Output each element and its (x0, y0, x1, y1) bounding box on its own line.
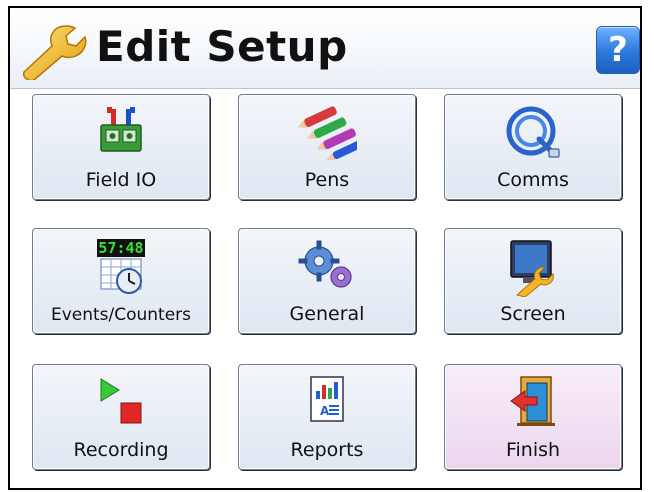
exit-door-icon (510, 376, 555, 426)
pens-icon (297, 106, 357, 161)
recording-icon (100, 378, 142, 424)
general-button[interactable]: General (238, 228, 416, 334)
tile-label: General (289, 303, 365, 325)
comms-cable-icon (506, 106, 560, 158)
events-counters-icon: 57:48 (97, 239, 145, 294)
tile-label: Events/Counters (50, 305, 192, 325)
pens-button[interactable]: Pens (238, 94, 416, 200)
events-counters-button[interactable]: 57:48 Events/Counters (32, 228, 210, 334)
recording-button[interactable]: Recording (32, 364, 210, 470)
page-title: Edit Setup (96, 22, 348, 71)
tile-label: Finish (505, 439, 561, 461)
tile-label: Pens (304, 169, 350, 191)
tile-label: Reports (290, 439, 364, 461)
reports-icon: A (310, 376, 344, 422)
reports-button[interactable]: A Reports (238, 364, 416, 470)
tile-label: Comms (497, 169, 569, 191)
screen-wrench-icon (510, 240, 554, 297)
tile-label: Field IO (85, 169, 157, 191)
field-io-icon (100, 107, 142, 152)
finish-button[interactable]: Finish (444, 364, 622, 470)
field-io-button[interactable]: Field IO (32, 94, 210, 200)
svg-text:A: A (320, 404, 330, 418)
tile-label: Screen (500, 303, 566, 325)
wrench-icon (22, 25, 87, 80)
counter-display: 57:48 (98, 239, 143, 257)
tile-label: Recording (73, 439, 169, 461)
gears-icon (298, 240, 352, 288)
help-button[interactable]: ? (596, 26, 640, 74)
title-bar: Edit Setup ? (10, 8, 640, 89)
screen-button[interactable]: Screen (444, 228, 622, 334)
comms-button[interactable]: Comms (444, 94, 622, 200)
